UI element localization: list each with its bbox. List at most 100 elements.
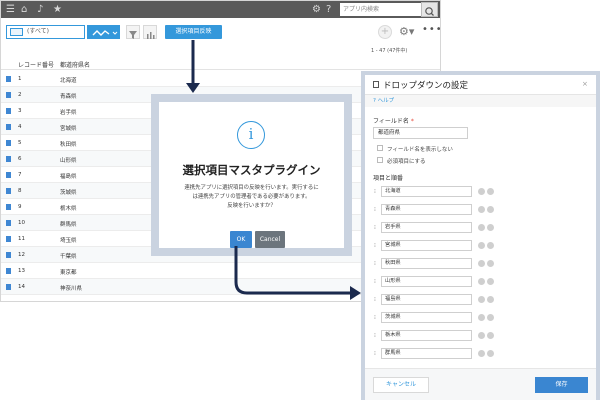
drag-handle-icon[interactable]: ⁝ xyxy=(374,205,376,214)
chart-button[interactable] xyxy=(143,25,157,39)
add-option-icon[interactable] xyxy=(478,224,485,231)
bell-icon[interactable]: ♪ xyxy=(37,4,43,15)
drag-handle-icon[interactable]: ⁝ xyxy=(374,313,376,322)
option-input[interactable]: 青森県 xyxy=(381,204,472,215)
record-number: 14 xyxy=(18,284,25,290)
cancel-button[interactable]: Cancel xyxy=(255,231,285,248)
drag-handle-icon[interactable]: ⁝ xyxy=(374,241,376,250)
record-detail-icon[interactable] xyxy=(6,76,11,82)
more-options-icon[interactable]: ••• xyxy=(422,24,440,35)
list-item: ⁝ 栃木県 xyxy=(365,329,596,342)
option-input[interactable]: 群馬県 xyxy=(381,348,472,359)
prefecture-name: 北海道 xyxy=(60,78,77,84)
column-header-prefecture[interactable]: 都道府県名 xyxy=(60,60,90,69)
search-button[interactable] xyxy=(421,2,438,17)
remove-option-icon[interactable] xyxy=(487,332,494,339)
option-input[interactable]: 栃木県 xyxy=(381,330,472,341)
apply-options-button[interactable]: 選択項目反映 xyxy=(165,25,222,39)
graph-button[interactable] xyxy=(87,25,120,39)
record-detail-icon[interactable] xyxy=(6,284,11,290)
help-link[interactable]: ? ヘルプ xyxy=(365,95,596,107)
home-icon[interactable]: ⌂ xyxy=(21,4,27,15)
option-input[interactable]: 北海道 xyxy=(381,186,472,197)
list-item: ⁝ 秋田県 xyxy=(365,257,596,270)
prefecture-name: 茨城県 xyxy=(60,190,77,196)
menu-icon[interactable]: ☰ xyxy=(6,4,15,15)
remove-option-icon[interactable] xyxy=(487,260,494,267)
remove-option-icon[interactable] xyxy=(487,350,494,357)
record-detail-icon[interactable] xyxy=(6,204,11,210)
hide-field-name-checkbox[interactable] xyxy=(377,145,383,151)
add-option-icon[interactable] xyxy=(478,206,485,213)
settings-icon[interactable]: ⚙ xyxy=(312,4,321,15)
save-button[interactable]: 保存 xyxy=(535,377,588,393)
dropdown-settings-panel: ドロップダウンの設定 × ? ヘルプ フィールド名 * 都道府県 フィールド名を… xyxy=(365,75,596,400)
line-chart-icon xyxy=(92,30,118,36)
add-option-icon[interactable] xyxy=(478,278,485,285)
remove-option-icon[interactable] xyxy=(487,224,494,231)
plugin-confirm-dialog: i 選択項目マスタプラグイン 連携先アプリに選択項目の反映を行います。実行するに… xyxy=(159,102,344,248)
dialog-title: 選択項目マスタプラグイン xyxy=(182,163,321,177)
record-number: 10 xyxy=(18,220,25,226)
record-detail-icon[interactable] xyxy=(6,236,11,242)
add-record-button[interactable]: + xyxy=(378,25,392,39)
field-name-input[interactable]: 都道府県 xyxy=(373,127,468,139)
remove-option-icon[interactable] xyxy=(487,188,494,195)
list-item: ⁝ 山形県 xyxy=(365,275,596,288)
view-selector[interactable]: (すべて) xyxy=(6,25,85,39)
drag-handle-icon[interactable]: ⁝ xyxy=(374,331,376,340)
option-input[interactable]: 福島県 xyxy=(381,294,472,305)
add-option-icon[interactable] xyxy=(478,350,485,357)
close-icon[interactable]: × xyxy=(582,81,589,88)
record-number: 12 xyxy=(18,252,25,258)
add-option-icon[interactable] xyxy=(478,332,485,339)
record-number: 2 xyxy=(18,92,22,98)
drag-handle-icon[interactable]: ⁝ xyxy=(374,277,376,286)
option-input[interactable]: 秋田県 xyxy=(381,258,472,269)
remove-option-icon[interactable] xyxy=(487,242,494,249)
app-search-input[interactable]: アプリ内検索 xyxy=(340,3,421,16)
remove-option-icon[interactable] xyxy=(487,296,494,303)
record-detail-icon[interactable] xyxy=(6,188,11,194)
panel-footer: キャンセル 保存 xyxy=(365,368,596,400)
remove-option-icon[interactable] xyxy=(487,206,494,213)
column-header-record-number[interactable]: レコード番号 xyxy=(18,60,54,69)
record-number: 8 xyxy=(18,188,22,194)
record-detail-icon[interactable] xyxy=(6,220,11,226)
option-input[interactable]: 茨城県 xyxy=(381,312,472,323)
record-detail-icon[interactable] xyxy=(6,140,11,146)
option-input[interactable]: 岩手県 xyxy=(381,222,472,233)
drag-handle-icon[interactable]: ⁝ xyxy=(374,349,376,358)
add-option-icon[interactable] xyxy=(478,188,485,195)
add-option-icon[interactable] xyxy=(478,260,485,267)
remove-option-icon[interactable] xyxy=(487,278,494,285)
record-detail-icon[interactable] xyxy=(6,124,11,130)
record-detail-icon[interactable] xyxy=(6,252,11,258)
option-input[interactable]: 山形県 xyxy=(381,276,472,287)
record-detail-icon[interactable] xyxy=(6,268,11,274)
panel-header: ドロップダウンの設定 × xyxy=(365,75,596,95)
drag-handle-icon[interactable]: ⁝ xyxy=(374,187,376,196)
record-detail-icon[interactable] xyxy=(6,108,11,114)
drag-handle-icon[interactable]: ⁝ xyxy=(374,259,376,268)
gear-icon[interactable]: ⚙▾ xyxy=(399,26,414,38)
drag-handle-icon[interactable]: ⁝ xyxy=(374,223,376,232)
drag-handle-icon[interactable]: ⁝ xyxy=(374,295,376,304)
record-detail-icon[interactable] xyxy=(6,92,11,98)
add-option-icon[interactable] xyxy=(478,296,485,303)
list-view-icon xyxy=(10,28,23,36)
add-option-icon[interactable] xyxy=(478,314,485,321)
ok-button[interactable]: OK xyxy=(230,231,252,248)
record-detail-icon[interactable] xyxy=(6,156,11,162)
required-field-checkbox[interactable] xyxy=(377,157,383,163)
star-icon[interactable]: ★ xyxy=(53,4,62,15)
remove-option-icon[interactable] xyxy=(487,314,494,321)
cancel-button[interactable]: キャンセル xyxy=(373,377,429,393)
prefecture-name: 千葉県 xyxy=(60,254,77,260)
calendar-icon xyxy=(373,81,379,88)
record-detail-icon[interactable] xyxy=(6,172,11,178)
filter-button[interactable] xyxy=(126,25,140,39)
help-icon[interactable]: ? xyxy=(326,4,331,15)
option-input[interactable]: 宮城県 xyxy=(381,240,472,251)
add-option-icon[interactable] xyxy=(478,242,485,249)
